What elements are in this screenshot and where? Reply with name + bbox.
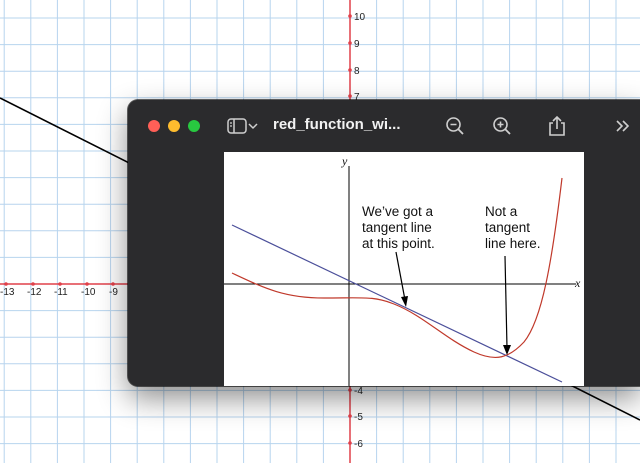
- window-title: red_function_wi...: [273, 116, 401, 133]
- preview-window[interactable]: red_function_wi... We’ve got a tangent l…: [128, 100, 640, 386]
- y-tick-label: -4: [354, 386, 363, 397]
- annotation-line: line here.: [485, 236, 541, 251]
- arrow-left: [395, 251, 406, 301]
- y-tick-label: 10: [354, 12, 366, 23]
- annotation-line: tangent line: [362, 220, 432, 235]
- x-tick-label: -10: [81, 287, 96, 298]
- y-tick-label: -6: [354, 439, 363, 450]
- arrow-right: [504, 255, 508, 349]
- thumbnail-sidebar[interactable]: [128, 152, 223, 386]
- zoom-in-icon[interactable]: [489, 114, 515, 138]
- close-window-button[interactable]: [148, 120, 160, 132]
- figure-y-axis-label: y: [342, 154, 348, 168]
- annotation-line: Not a: [485, 204, 518, 219]
- figure-x-axis-label: x: [575, 276, 581, 290]
- y-tick-label: 8: [354, 66, 360, 77]
- annotation-line: We’ve got a: [362, 204, 434, 219]
- y-tick-label: 9: [354, 39, 360, 50]
- chevron-down-icon[interactable]: [246, 114, 260, 138]
- zoom-out-icon[interactable]: [442, 114, 468, 138]
- maximize-window-button[interactable]: [188, 120, 200, 132]
- annotation-not-tangent: Not a tangent line here.: [485, 204, 541, 252]
- x-tick-label: -9: [109, 287, 118, 298]
- document-page: We’ve got a tangent line at this point. …: [224, 152, 584, 386]
- y-tick-label: -5: [354, 412, 363, 423]
- annotation-line: at this point.: [362, 236, 435, 251]
- share-icon[interactable]: [544, 114, 570, 138]
- window-titlebar[interactable]: red_function_wi...: [128, 100, 640, 152]
- annotation-line: tangent: [485, 220, 531, 235]
- tangent-figure: [224, 166, 576, 386]
- x-tick-label: -12: [27, 287, 42, 298]
- annotation-tangent-point: We’ve got a tangent line at this point.: [362, 204, 435, 252]
- more-chevrons-icon[interactable]: [610, 114, 636, 138]
- x-tick-label: -13: [0, 287, 15, 298]
- x-tick-label: -11: [54, 287, 68, 298]
- minimize-window-button[interactable]: [168, 120, 180, 132]
